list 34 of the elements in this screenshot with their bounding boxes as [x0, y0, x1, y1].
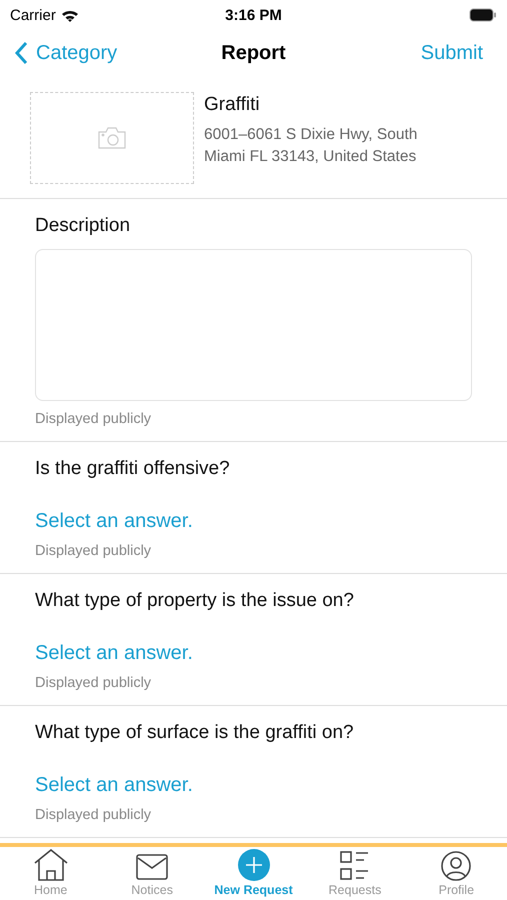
tab-item[interactable]: Profile: [406, 847, 507, 900]
tab-item[interactable]: Requests: [304, 847, 406, 900]
back-button[interactable]: Category: [14, 41, 118, 65]
field-label: Description: [35, 215, 132, 237]
category-name: Graffiti: [204, 94, 261, 116]
hint-text: Displayed publicly: [35, 807, 152, 823]
chevron-left-icon: [14, 41, 28, 65]
envelope-icon: [136, 853, 168, 881]
question-label: What type of surface is the graffiti on?: [35, 722, 355, 744]
carrier-label: Carrier: [10, 6, 56, 24]
answer-link[interactable]: Select an answer.: [35, 510, 472, 533]
wifi-icon: [60, 8, 79, 22]
battery-icon: [469, 8, 497, 22]
question-label: Is the graffiti offensive?: [35, 458, 231, 480]
answer-link[interactable]: Select an answer.: [35, 642, 472, 665]
hint-text: Displayed publicly: [35, 675, 152, 691]
status-time: 3:16 PM: [225, 6, 282, 24]
camera-icon: [98, 127, 126, 149]
submit-button[interactable]: Submit: [420, 42, 483, 64]
hint-text: Displayed publicly: [35, 411, 152, 427]
list-icon: [340, 851, 370, 881]
tab-item[interactable]: Notices: [101, 847, 203, 900]
tab-item[interactable]: Home: [0, 847, 102, 900]
home-icon: [34, 849, 68, 881]
plus-icon: [238, 849, 270, 881]
description-field[interactable]: [35, 249, 472, 401]
answer-link[interactable]: Select an answer.: [35, 774, 472, 797]
profile-icon: [441, 851, 472, 881]
hint-text: Displayed publicly: [35, 543, 152, 559]
photo-placeholder[interactable]: [30, 92, 194, 184]
address-text: 6001–6061 S Dixie Hwy, South Miami FL 33143, United States: [204, 125, 418, 167]
screen-title: Report: [221, 42, 286, 64]
tab-item[interactable]: New Request: [202, 847, 304, 900]
question-label: What type of property is the issue on?: [35, 590, 355, 612]
